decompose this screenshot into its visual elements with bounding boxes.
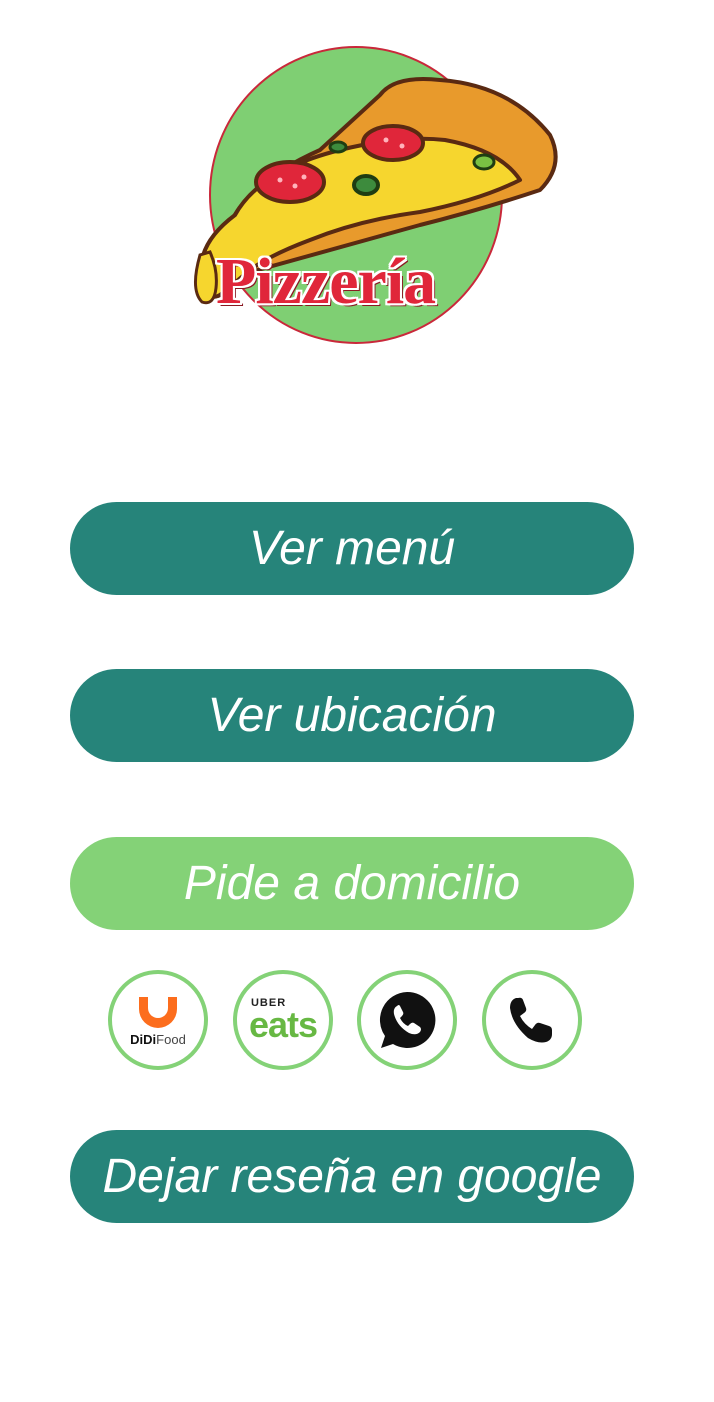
didi-icon <box>138 996 177 1028</box>
uber-eats-logo: UBER eats <box>248 997 318 1045</box>
whatsapp-icon <box>379 991 436 1048</box>
didi-food-logo: DiDiFood <box>130 994 186 1047</box>
phone-call-link[interactable] <box>482 970 582 1070</box>
leave-google-review-button[interactable]: Dejar reseña en google <box>70 1130 634 1223</box>
phone-icon <box>510 997 552 1043</box>
didi-brand-text: DiDi <box>130 1031 157 1047</box>
logo-title: Pizzería <box>216 245 436 318</box>
view-location-button[interactable]: Ver ubicación <box>70 669 634 762</box>
pizzeria-logo: Pizzería <box>180 40 570 350</box>
didi-food-link[interactable]: DiDiFood <box>108 970 208 1070</box>
didi-suffix-text: Food <box>156 1031 186 1047</box>
uber-eats-link[interactable]: UBER eats <box>233 970 333 1070</box>
whatsapp-link[interactable] <box>357 970 457 1070</box>
eats-text: eats <box>248 1003 318 1045</box>
order-delivery-button[interactable]: Pide a domicilio <box>70 837 634 930</box>
view-menu-button[interactable]: Ver menú <box>70 502 634 595</box>
